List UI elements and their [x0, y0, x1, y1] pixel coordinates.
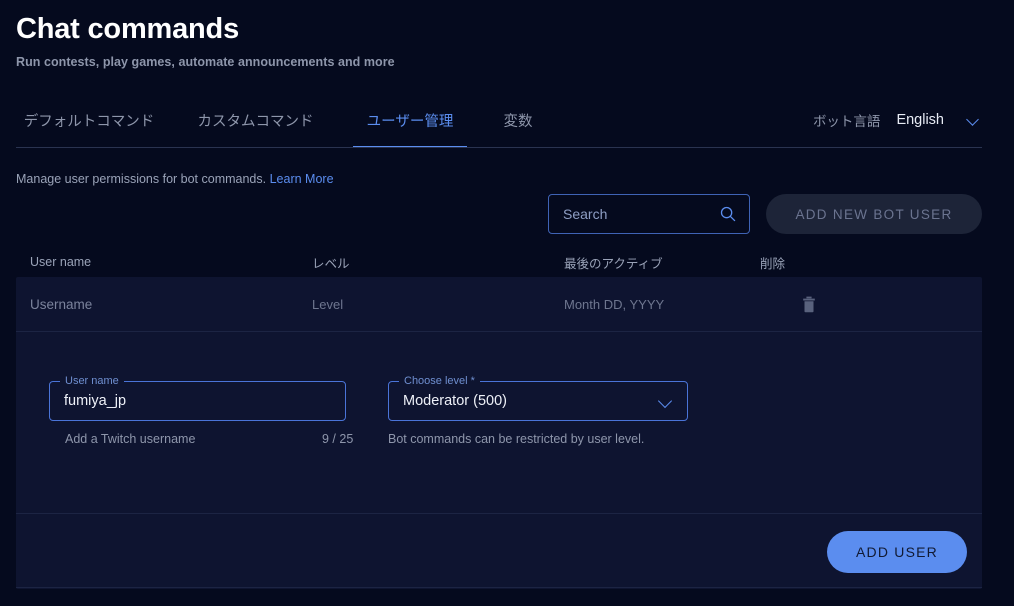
- tab-default-commands[interactable]: デフォルトコマンド: [16, 92, 162, 148]
- chevron-down-icon[interactable]: [966, 112, 982, 128]
- bot-language-control[interactable]: ボット言語 English: [813, 92, 998, 148]
- table-row[interactable]: Username Level Month DD, YYYY: [16, 277, 982, 332]
- tab-label: カスタムコマンド: [197, 113, 314, 130]
- choose-level-value: Moderator (500): [403, 393, 507, 409]
- manage-description: Manage user permissions for bot commands…: [16, 172, 334, 186]
- choose-level-helper-text: Bot commands can be restricted by user l…: [388, 432, 645, 446]
- tab-variables[interactable]: 変数: [477, 92, 559, 148]
- column-header-level: レベル: [312, 256, 350, 271]
- trash-icon[interactable]: [802, 296, 816, 313]
- tab-bar: デフォルトコマンド カスタムコマンド ユーザー管理 変数 ボット言語 Engli…: [0, 92, 1014, 148]
- tab-label: ユーザー管理: [366, 113, 454, 130]
- tab-list: デフォルトコマンド カスタムコマンド ユーザー管理 変数: [16, 92, 559, 148]
- column-header-delete: 削除: [760, 256, 786, 271]
- add-user-button[interactable]: ADD USER: [827, 530, 967, 573]
- row-level: Level: [312, 296, 344, 312]
- bot-language-label: ボット言語: [812, 114, 881, 129]
- page-header: Chat commands Run contests, play games, …: [0, 0, 1014, 69]
- column-header-username: User name: [30, 255, 92, 269]
- choose-level-select[interactable]: Choose level * Moderator (500): [388, 375, 688, 421]
- tab-label: デフォルトコマンド: [23, 113, 155, 130]
- row-username: Username: [30, 296, 93, 312]
- username-field[interactable]: User name fumiya_jp: [49, 375, 346, 421]
- bot-language-value: English: [896, 112, 944, 128]
- chat-commands-page: Chat commands Run contests, play games, …: [0, 0, 1014, 606]
- learn-more-link[interactable]: Learn More: [270, 172, 334, 186]
- page-subtitle: Run contests, play games, automate annou…: [16, 55, 395, 69]
- username-field-label: User name: [60, 375, 124, 387]
- username-field-value: fumiya_jp: [64, 393, 127, 409]
- manage-description-text: Manage user permissions for bot commands…: [16, 172, 267, 186]
- column-header-last-active: 最後のアクティブ: [564, 256, 663, 271]
- username-character-counter: 9 / 25: [322, 432, 354, 446]
- page-title: Chat commands: [16, 13, 239, 45]
- username-helper-text: Add a Twitch username: [65, 432, 196, 446]
- form-footer: ADD USER: [16, 514, 982, 589]
- table-header-row: User name レベル 最後のアクティブ 削除: [0, 248, 1014, 276]
- add-new-bot-user-button[interactable]: ADD NEW BOT USER: [766, 194, 982, 234]
- chevron-down-icon[interactable]: [659, 394, 673, 408]
- search-placeholder: Search: [563, 206, 608, 222]
- card-bottom-divider: [16, 587, 982, 588]
- search-icon[interactable]: [719, 205, 737, 223]
- user-table-card: Username Level Month DD, YYYY User name …: [16, 277, 982, 589]
- tab-custom-commands[interactable]: カスタムコマンド: [168, 92, 343, 148]
- choose-level-label: Choose level *: [399, 375, 480, 387]
- tab-user-management[interactable]: ユーザー管理: [353, 92, 467, 148]
- row-last-active: Month DD, YYYY: [564, 296, 665, 312]
- tab-label: 変数: [503, 113, 533, 130]
- search-input[interactable]: Search: [548, 194, 750, 234]
- row-delete-cell: [760, 296, 880, 313]
- add-user-form: User name fumiya_jp Add a Twitch usernam…: [16, 332, 982, 514]
